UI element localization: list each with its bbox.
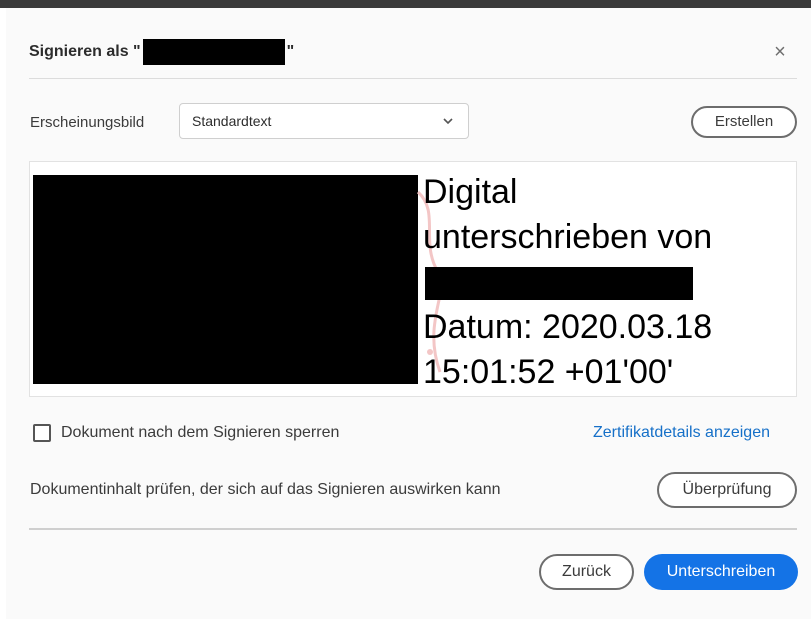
sign-button[interactable]: Unterschreiben	[644, 554, 798, 590]
chevron-down-icon	[442, 104, 454, 151]
redacted-signer-name-preview	[425, 267, 693, 300]
review-description: Dokumentinhalt prüfen, der sich auf das …	[30, 481, 501, 498]
close-icon[interactable]: ×	[770, 42, 790, 62]
lock-document-label: Dokument nach dem Signieren sperren	[61, 424, 340, 441]
create-button[interactable]: Erstellen	[691, 106, 797, 138]
signature-line-time: 15:01:52 +01'00'	[423, 353, 674, 391]
dialog-title-prefix: Signieren als "	[29, 43, 141, 60]
signature-line-1: Digital	[423, 173, 518, 211]
lock-document-option[interactable]: Dokument nach dem Signieren sperren	[33, 424, 339, 442]
redacted-signature-image	[33, 175, 418, 384]
signature-preview: Digital unterschrieben von Datum: 2020.0…	[29, 161, 797, 397]
appearance-label: Erscheinungsbild	[30, 114, 145, 131]
signature-line-date: Datum: 2020.03.18	[423, 308, 713, 346]
dialog-title-suffix: "	[286, 43, 295, 60]
appearance-select[interactable]: Standardtext	[179, 103, 469, 139]
lock-document-checkbox[interactable]	[33, 424, 51, 442]
signature-line-2: unterschrieben von	[423, 218, 713, 256]
footer-divider	[29, 528, 797, 530]
title-divider	[29, 78, 797, 79]
certificate-details-link[interactable]: Zertifikatdetails anzeigen	[593, 424, 770, 442]
back-button[interactable]: Zurück	[539, 554, 634, 590]
window-top-bar	[0, 0, 811, 8]
signature-text-block: Digital unterschrieben von Datum: 2020.0…	[423, 170, 712, 395]
appearance-select-value: Standardtext	[192, 113, 272, 129]
dialog-title: Signieren als " "	[29, 39, 294, 65]
redacted-signer-name	[142, 39, 285, 65]
review-button[interactable]: Überprüfung	[657, 472, 797, 508]
